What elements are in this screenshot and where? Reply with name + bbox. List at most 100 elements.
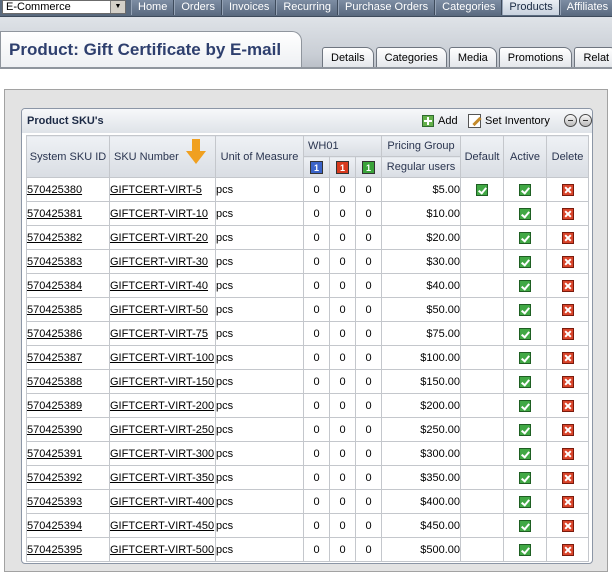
delete-icon[interactable] <box>561 543 574 556</box>
system-sku-id-link[interactable]: 570425394 <box>28 520 83 532</box>
col-system-sku-id[interactable]: System SKU ID <box>26 135 110 178</box>
nav-tab-affiliates[interactable]: Affiliates <box>559 0 612 15</box>
system-sku-id-cell: 570425392 <box>26 465 110 490</box>
sku-number-link[interactable]: GIFTCERT-VIRT-150 <box>111 376 215 388</box>
sku-number-link[interactable]: GIFTCERT-VIRT-50 <box>111 304 209 316</box>
sku-number-link[interactable]: GIFTCERT-VIRT-30 <box>111 256 209 268</box>
nav-tab-invoices[interactable]: Invoices <box>221 0 277 15</box>
active-check-icon[interactable] <box>519 327 532 340</box>
delete-icon[interactable] <box>561 447 574 460</box>
active-check-icon[interactable] <box>519 351 532 364</box>
sku-number-link[interactable]: GIFTCERT-VIRT-250 <box>111 424 215 436</box>
sku-number-link[interactable]: GIFTCERT-VIRT-75 <box>111 328 209 340</box>
nav-tab-categories[interactable]: Categories <box>435 0 503 15</box>
tab-promotions[interactable]: Promotions <box>498 47 573 67</box>
delete-icon[interactable] <box>561 207 574 220</box>
sku-number-link[interactable]: GIFTCERT-VIRT-5 <box>111 184 202 196</box>
sku-number-link[interactable]: GIFTCERT-VIRT-450 <box>111 520 215 532</box>
delete-icon[interactable] <box>561 303 574 316</box>
sku-number-link[interactable]: GIFTCERT-VIRT-200 <box>111 400 215 412</box>
nav-tab-products[interactable]: Products <box>502 0 560 15</box>
delete-icon[interactable] <box>561 255 574 268</box>
available-cell: 0 <box>354 201 383 226</box>
sku-number-link[interactable]: GIFTCERT-VIRT-350 <box>111 472 215 484</box>
available-cell: 0 <box>354 441 383 466</box>
delete-icon[interactable] <box>561 183 574 196</box>
nav-tab-orders[interactable]: Orders <box>174 0 222 15</box>
sku-number-link[interactable]: GIFTCERT-VIRT-100 <box>111 352 215 364</box>
sku-number-link[interactable]: GIFTCERT-VIRT-300 <box>111 448 215 460</box>
system-sku-id-link[interactable]: 570425392 <box>28 472 83 484</box>
system-sku-id-link[interactable]: 570425395 <box>28 544 83 556</box>
system-sku-id-link[interactable]: 570425381 <box>28 208 83 220</box>
sku-number-link[interactable]: GIFTCERT-VIRT-400 <box>111 496 215 508</box>
default-check-icon[interactable] <box>476 183 489 196</box>
system-sku-id-link[interactable]: 570425385 <box>28 304 83 316</box>
delete-icon[interactable] <box>561 327 574 340</box>
active-check-icon[interactable] <box>519 423 532 436</box>
price-cell: $20.00 <box>381 225 462 250</box>
active-check-icon[interactable] <box>519 543 532 556</box>
minimize-icon[interactable] <box>579 114 592 127</box>
delete-icon[interactable] <box>561 279 574 292</box>
price-cell: $300.00 <box>381 441 462 466</box>
active-check-icon[interactable] <box>519 279 532 292</box>
system-sku-id-link[interactable]: 570425380 <box>28 184 83 196</box>
sku-number-link[interactable]: GIFTCERT-VIRT-10 <box>111 208 209 220</box>
delete-icon[interactable] <box>561 375 574 388</box>
active-check-icon[interactable] <box>519 255 532 268</box>
delete-icon[interactable] <box>561 399 574 412</box>
active-check-icon[interactable] <box>519 399 532 412</box>
available-cell: 0 <box>354 249 383 274</box>
sku-number-link[interactable]: GIFTCERT-VIRT-20 <box>111 232 209 244</box>
nav-tab-recurring[interactable]: Recurring <box>276 0 339 15</box>
sku-number-link[interactable]: GIFTCERT-VIRT-500 <box>111 544 215 556</box>
active-check-icon[interactable] <box>519 495 532 508</box>
delete-icon[interactable] <box>561 231 574 244</box>
active-check-icon[interactable] <box>519 375 532 388</box>
module-select[interactable]: E-Commerce ▼ <box>2 0 126 14</box>
active-check-icon[interactable] <box>519 231 532 244</box>
sku-number-link[interactable]: GIFTCERT-VIRT-40 <box>111 280 209 292</box>
active-check-icon[interactable] <box>519 519 532 532</box>
col-unit-of-measure[interactable]: Unit of Measure <box>215 135 304 178</box>
system-sku-id-link[interactable]: 570425386 <box>28 328 83 340</box>
add-sku-button[interactable]: Add <box>422 113 458 129</box>
panel-window-controls <box>562 114 592 127</box>
tab-related[interactable]: Relat <box>574 47 612 67</box>
active-check-icon[interactable] <box>519 471 532 484</box>
col-warehouse: WH01 <box>302 135 383 157</box>
system-sku-id-link[interactable]: 570425387 <box>28 352 83 364</box>
delete-icon[interactable] <box>561 423 574 436</box>
active-check-icon[interactable] <box>519 183 532 196</box>
system-sku-id-link[interactable]: 570425388 <box>28 376 83 388</box>
active-check-icon[interactable] <box>519 303 532 316</box>
system-sku-id-link[interactable]: 570425382 <box>28 232 83 244</box>
system-sku-id-link[interactable]: 570425393 <box>28 496 83 508</box>
default-cell <box>460 441 505 466</box>
system-sku-id-link[interactable]: 570425390 <box>28 424 83 436</box>
system-sku-id-link[interactable]: 570425384 <box>28 280 83 292</box>
active-check-icon[interactable] <box>519 207 532 220</box>
collapse-icon[interactable] <box>564 114 577 127</box>
delete-icon[interactable] <box>561 471 574 484</box>
system-sku-id-cell: 570425390 <box>26 417 110 442</box>
tab-details[interactable]: Details <box>322 47 374 67</box>
set-inventory-button[interactable]: Set Inventory <box>468 113 550 129</box>
delete-icon[interactable] <box>561 495 574 508</box>
chevron-down-icon[interactable]: ▼ <box>110 1 125 13</box>
table-row: 570425392 GIFTCERT-VIRT-350 pcs 0 0 0 $350.00 <box>26 465 590 490</box>
nav-tab-purchase-orders[interactable]: Purchase Orders <box>338 0 436 15</box>
system-sku-id-link[interactable]: 570425383 <box>28 256 83 268</box>
available-cell: 0 <box>354 465 383 490</box>
delete-icon[interactable] <box>561 519 574 532</box>
tab-media[interactable]: Media <box>448 47 497 67</box>
delete-icon[interactable] <box>561 351 574 364</box>
active-check-icon[interactable] <box>519 447 532 460</box>
system-sku-id-link[interactable]: 570425391 <box>28 448 83 460</box>
system-sku-id-cell: 570425387 <box>26 345 110 370</box>
nav-tab-home[interactable]: Home <box>131 0 175 15</box>
system-sku-id-link[interactable]: 570425389 <box>28 400 83 412</box>
tab-categories[interactable]: Categories <box>375 47 447 67</box>
reserved-cell: 0 <box>329 513 356 538</box>
